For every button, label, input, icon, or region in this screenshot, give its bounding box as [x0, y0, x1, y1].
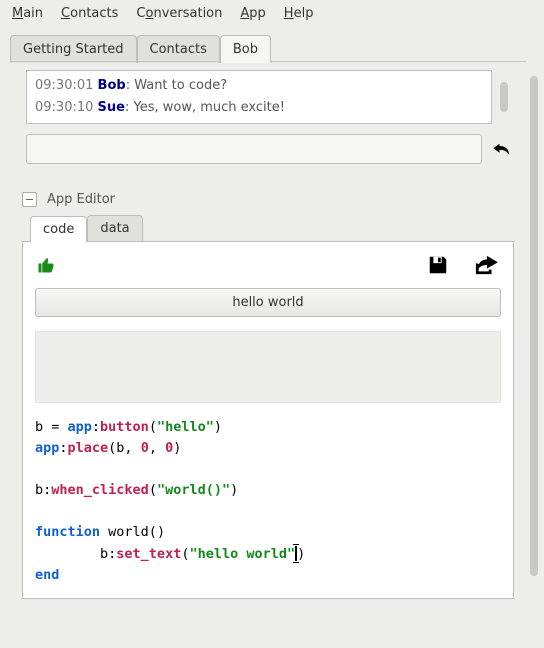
- share-icon[interactable]: [473, 254, 499, 276]
- app-editor: code data: [22, 215, 514, 599]
- timestamp: 09:30:10: [35, 100, 93, 115]
- chat-scrollbar[interactable]: [498, 72, 510, 122]
- menu-main[interactable]: Main: [12, 6, 43, 21]
- main-area: Getting Started Contacts Bob 09:30:01 Bo…: [0, 27, 544, 71]
- chat-log: 09:30:01 Bob: Want to code? 09:30:10 Sue…: [26, 70, 492, 124]
- chat-line: 09:30:01 Bob: Want to code?: [35, 75, 483, 97]
- tab-contacts[interactable]: Contacts: [137, 35, 220, 63]
- chat-area: 09:30:01 Bob: Want to code? 09:30:10 Sue…: [26, 70, 510, 124]
- timestamp: 09:30:01: [35, 78, 93, 93]
- editor-tab-code[interactable]: code: [30, 216, 87, 242]
- thumbs-up-icon[interactable]: [37, 256, 55, 274]
- chat-line: 09:30:10 Sue: Yes, wow, much excite!: [35, 97, 483, 119]
- app-editor-header: − App Editor: [22, 192, 526, 207]
- menu-contacts[interactable]: Contacts: [61, 6, 118, 21]
- tab-bob[interactable]: Bob: [220, 35, 271, 63]
- chat-nick: Bob: [98, 78, 126, 93]
- chat-nick: Sue: [98, 100, 125, 115]
- tab-getting-started[interactable]: Getting Started: [10, 35, 137, 63]
- menu-app[interactable]: App: [240, 6, 265, 21]
- collapse-toggle-icon[interactable]: −: [22, 192, 37, 207]
- editor-panel: hello world b = app:button("hello") app:…: [22, 241, 514, 599]
- chat-msg: Want to code?: [134, 78, 227, 93]
- reply-icon[interactable]: [492, 142, 510, 156]
- section-title: App Editor: [47, 192, 115, 207]
- editor-tab-row: code data: [30, 215, 514, 241]
- menu-help[interactable]: Help: [284, 6, 314, 21]
- text-cursor: [295, 546, 297, 561]
- code-editor[interactable]: b = app:button("hello") app:place(b, 0, …: [35, 417, 501, 586]
- chat-msg: Yes, wow, much excite!: [133, 100, 284, 115]
- chat-input[interactable]: [26, 134, 482, 164]
- menubar: Main Contacts Conversation App Help: [0, 0, 544, 27]
- main-scrollbar[interactable]: [528, 76, 540, 632]
- tab-content: 09:30:01 Bob: Want to code? 09:30:10 Sue…: [10, 61, 526, 599]
- menu-conversation[interactable]: Conversation: [136, 6, 222, 21]
- main-tab-row: Getting Started Contacts Bob: [10, 35, 534, 63]
- save-icon[interactable]: [427, 254, 449, 276]
- chat-input-row: [26, 134, 510, 164]
- editor-tab-data[interactable]: data: [87, 215, 142, 241]
- run-button[interactable]: hello world: [35, 288, 501, 317]
- app-preview: [35, 331, 501, 403]
- editor-toolbar: [35, 254, 501, 276]
